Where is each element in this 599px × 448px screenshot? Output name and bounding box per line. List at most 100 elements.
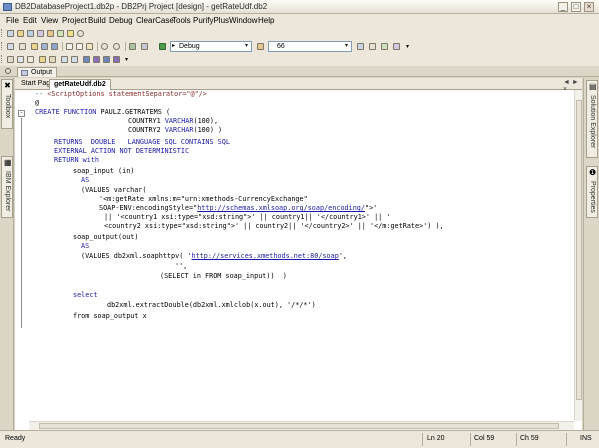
collapse-icon[interactable]: - <box>18 110 25 117</box>
ibm-explorer-tab[interactable]: ▦ IBM Explorer <box>1 156 13 218</box>
status-bar: Ready Ln 20 Col 59 Ch 59 INS <box>0 430 599 448</box>
tab-getrateudf[interactable]: getRateUdf.db2 <box>49 79 111 90</box>
code-line-12: '<m:getRate xmlns:m="urn:xmethods-Curren… <box>99 195 308 203</box>
bookmark-icon[interactable] <box>83 56 90 63</box>
prev-bookmark-icon[interactable] <box>103 56 110 63</box>
info-icon[interactable] <box>77 30 84 37</box>
cut-icon[interactable] <box>66 43 73 50</box>
solution-explorer-icon: ▤ <box>589 82 597 91</box>
menu-window[interactable]: Window <box>229 16 257 25</box>
navigate-forward-icon[interactable] <box>141 43 148 50</box>
format-icon[interactable] <box>7 56 14 63</box>
clear-bookmarks-icon[interactable] <box>113 56 120 63</box>
minimize-button[interactable]: _ <box>558 2 568 12</box>
menu-project[interactable]: Project <box>62 16 87 25</box>
encoding-url-link[interactable]: http://schemas.xmlsoap.org/soap/encoding… <box>197 204 365 212</box>
vertical-scrollbar[interactable] <box>574 90 582 421</box>
toolbar-grip[interactable] <box>1 29 4 37</box>
next-bookmark-icon[interactable] <box>93 56 100 63</box>
find-combo-value: 66 <box>277 43 285 50</box>
horizontal-scroll-thumb[interactable] <box>39 423 559 429</box>
soap-service-url-link[interactable]: http://services.xmethods.net:80/soap <box>192 252 339 260</box>
code-text: ', <box>338 252 348 260</box>
code-text: (VALUES db2xml.soaphttpv( ' <box>81 252 192 260</box>
solution-explorer-icon[interactable] <box>357 43 364 50</box>
toolbar-separator <box>125 42 126 51</box>
indent-icon[interactable] <box>61 56 68 63</box>
toolbar-separator <box>62 42 63 51</box>
pin-icon[interactable] <box>5 68 11 74</box>
save-icon[interactable] <box>41 43 48 50</box>
start-debug-icon[interactable] <box>159 43 166 50</box>
solution-config-combo[interactable]: ▸ Debug ▾ <box>170 41 252 52</box>
redo-icon[interactable] <box>113 43 120 50</box>
code-text: COUNTRY1 <box>128 117 165 125</box>
uncomment-icon[interactable] <box>49 56 56 63</box>
status-column: Col 59 <box>474 435 495 442</box>
undo-icon[interactable] <box>101 43 108 50</box>
code-script-options: <ScriptOptions statementSeparator="@"/> <box>47 90 207 98</box>
comment-icon[interactable] <box>39 56 46 63</box>
code-text: (100), <box>193 117 219 125</box>
properties-window-icon[interactable] <box>369 43 376 50</box>
code-line-7: EXTERNAL ACTION NOT DETERMINISTIC <box>54 147 190 155</box>
menu-help[interactable]: Help <box>258 16 274 25</box>
output-tab[interactable]: Output <box>17 67 58 77</box>
chevron-down-icon: ▾ <box>344 43 348 49</box>
code-line-9: soap_input (in) <box>73 167 135 175</box>
toolbar-editing: ▾ <box>0 53 599 66</box>
toolbar-overflow-icon[interactable]: ▾ <box>405 43 412 50</box>
menu-clearcase[interactable]: ClearCase <box>136 16 174 25</box>
outdent-icon[interactable] <box>71 56 78 63</box>
maximize-button[interactable]: □ <box>571 2 581 12</box>
code-line-6: RETURNS DOUBLE LANGUAGE SQL CONTAINS SQL <box>54 138 230 146</box>
status-divider <box>566 433 567 446</box>
menu-tools[interactable]: Tools <box>172 16 191 25</box>
navigate-back-icon[interactable] <box>129 43 136 50</box>
code-line-4: COUNTRY1 VARCHAR(100), <box>128 117 218 126</box>
copy-icon[interactable] <box>76 43 83 50</box>
menu-debug[interactable]: Debug <box>109 16 133 25</box>
function-icon[interactable] <box>57 30 64 37</box>
object-browser-icon[interactable] <box>393 43 400 50</box>
table-icon[interactable] <box>27 30 34 37</box>
procedure-icon[interactable] <box>47 30 54 37</box>
new-project-icon[interactable] <box>7 43 14 50</box>
add-item-icon[interactable] <box>19 43 26 50</box>
menu-edit[interactable]: Edit <box>23 16 37 25</box>
horizontal-scrollbar[interactable] <box>29 421 574 430</box>
menu-view[interactable]: View <box>41 16 58 25</box>
code-editor[interactable]: - -- <ScriptOptions statementSeparator="… <box>15 90 582 430</box>
find-in-files-icon[interactable] <box>257 43 264 50</box>
db-connect-icon[interactable] <box>7 30 14 37</box>
toolbar-overflow-icon[interactable]: ▾ <box>124 56 131 63</box>
toolbar-grip[interactable] <box>1 42 4 50</box>
save-all-icon[interactable] <box>51 43 58 50</box>
output-tab-label: Output <box>31 69 53 76</box>
find-combo[interactable]: 66 ▾ <box>268 41 352 52</box>
toolbar-grip[interactable] <box>1 55 4 63</box>
code-line-18: (VALUES db2xml.soaphttpv( 'http://servic… <box>81 252 347 261</box>
status-divider <box>422 433 423 446</box>
word-wrap-icon[interactable] <box>27 56 34 63</box>
view-icon[interactable] <box>37 30 44 37</box>
code-line-16: soap_output(out) <box>73 233 139 241</box>
toolbar-standard: ▸ Debug ▾ 66 ▾ ▾ <box>0 40 599 53</box>
solution-explorer-tab[interactable]: ▤ Solution Explorer <box>586 80 598 158</box>
code-keyword: CREATE FUNCTION <box>35 108 97 116</box>
vertical-scroll-thumb[interactable] <box>576 100 582 400</box>
code-keyword: VARCHAR <box>164 126 194 134</box>
menu-build[interactable]: Build <box>88 16 106 25</box>
script-icon[interactable] <box>67 30 74 37</box>
toolbox-icon[interactable] <box>381 43 388 50</box>
open-file-icon[interactable] <box>31 43 38 50</box>
menu-file[interactable]: File <box>6 16 19 25</box>
paste-icon[interactable] <box>86 43 93 50</box>
code-line-3: CREATE FUNCTION PAULZ.GETRATEMS ( <box>35 108 170 117</box>
close-button[interactable]: × <box>584 2 594 12</box>
folder-icon[interactable] <box>17 30 24 37</box>
menu-purifyplus[interactable]: PurifyPlus <box>193 16 229 25</box>
outline-icon[interactable] <box>17 56 24 63</box>
toolbox-tab[interactable]: ✖ Toolbox <box>1 79 13 129</box>
properties-tab[interactable]: ❶ Properties <box>586 166 598 218</box>
